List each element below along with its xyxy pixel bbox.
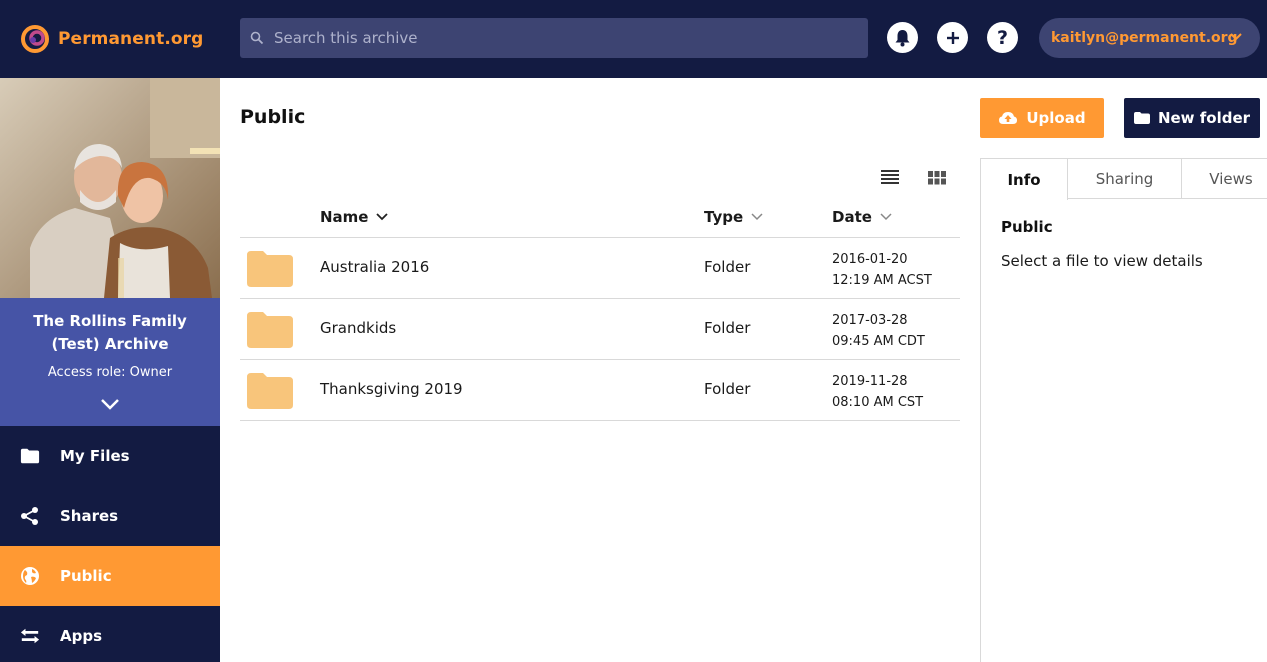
- folder-icon: [247, 373, 293, 409]
- column-label: Name: [320, 208, 369, 226]
- panel-title: Public: [1001, 218, 1053, 236]
- question-mark-icon: ?: [996, 26, 1009, 49]
- help-button[interactable]: ?: [987, 22, 1018, 53]
- brand-name: Permanent.org: [58, 29, 204, 49]
- folder-icon: [247, 312, 293, 348]
- search-bar[interactable]: [240, 18, 868, 58]
- sidebar: The Rollins Family (Test) Archive Access…: [0, 78, 220, 662]
- chevron-down-icon[interactable]: [100, 398, 120, 410]
- nav-apps[interactable]: Apps: [0, 606, 220, 662]
- upload-button[interactable]: Upload: [980, 98, 1104, 138]
- nav-label: Apps: [60, 627, 103, 645]
- permanent-logo-icon: [21, 25, 49, 53]
- nav-shares[interactable]: Shares: [0, 486, 220, 546]
- archive-thumbnail[interactable]: [0, 78, 220, 298]
- archive-name: The Rollins Family (Test) Archive: [33, 312, 187, 353]
- row-date-time: 09:45 AM CDT: [832, 334, 925, 349]
- grid-view-icon[interactable]: [927, 170, 947, 186]
- archive-switcher[interactable]: The Rollins Family (Test) Archive Access…: [0, 298, 220, 426]
- row-name: Grandkids: [320, 319, 397, 337]
- folder-icon: [1133, 112, 1150, 124]
- folder-icon: [247, 251, 293, 287]
- nav-public[interactable]: Public: [0, 546, 220, 606]
- row-name: Australia 2016: [320, 258, 430, 276]
- row-date: 2017-03-28 09:45 AM CDT: [832, 310, 925, 352]
- upload-label: Upload: [1026, 109, 1086, 127]
- logo[interactable]: Permanent.org: [20, 24, 203, 54]
- tab-sharing[interactable]: Sharing: [1068, 159, 1182, 199]
- details-panel: Info Sharing Views Public Select a file …: [980, 158, 1267, 662]
- add-button[interactable]: [937, 22, 968, 53]
- search-input[interactable]: [274, 29, 834, 47]
- row-date-time: 12:19 AM ACST: [832, 273, 932, 288]
- swap-arrows-icon: [20, 626, 40, 646]
- folder-icon: [20, 446, 40, 466]
- panel-tabs: Info Sharing Views: [981, 158, 1267, 200]
- search-icon: [250, 31, 264, 45]
- nav-label: My Files: [60, 447, 130, 465]
- access-role: Access role: Owner: [47, 365, 173, 380]
- archive-photo-image: [0, 78, 220, 298]
- notifications-button[interactable]: [887, 22, 918, 53]
- row-date-day: 2016-01-20: [832, 252, 908, 267]
- user-email: kaitlyn@permanent.org: [1051, 30, 1238, 46]
- globe-icon: [20, 566, 40, 586]
- plus-icon: [946, 31, 959, 44]
- table-row[interactable]: Grandkids Folder 2017-03-28 09:45 AM CDT: [240, 299, 960, 360]
- row-type: Folder: [704, 319, 751, 337]
- cloud-upload-icon: [999, 112, 1018, 124]
- list-view-icon[interactable]: [880, 168, 900, 186]
- row-date-day: 2017-03-28: [832, 313, 908, 328]
- row-name: Thanksgiving 2019: [320, 380, 463, 398]
- chevron-down-icon: [376, 213, 389, 221]
- column-label: Type: [704, 208, 744, 226]
- chevron-down-icon: [1230, 33, 1242, 41]
- row-date-time: 08:10 AM CST: [832, 395, 924, 410]
- row-date: 2016-01-20 12:19 AM ACST: [832, 249, 932, 291]
- row-date-day: 2019-11-28: [832, 374, 908, 389]
- top-bar: Permanent.org ? kaitlyn@permanent.org: [0, 0, 1267, 78]
- table-row[interactable]: Australia 2016 Folder 2016-01-20 12:19 A…: [240, 238, 960, 299]
- nav-label: Shares: [60, 507, 119, 525]
- share-icon: [20, 506, 40, 526]
- table-row[interactable]: Thanksgiving 2019 Folder 2019-11-28 08:1…: [240, 360, 960, 421]
- chevron-down-icon: [751, 213, 763, 221]
- column-header-type[interactable]: Type: [704, 208, 763, 226]
- account-menu-button[interactable]: kaitlyn@permanent.org: [1039, 18, 1260, 58]
- panel-message: Select a file to view details: [1001, 252, 1203, 270]
- nav-label: Public: [60, 567, 112, 585]
- new-folder-label: New folder: [1157, 109, 1251, 127]
- bell-icon: [895, 29, 910, 46]
- page-title: Public: [240, 106, 306, 128]
- tab-views[interactable]: Views: [1182, 159, 1267, 199]
- column-label: Date: [832, 208, 872, 226]
- nav-my-files[interactable]: My Files: [0, 426, 220, 486]
- row-type: Folder: [704, 258, 751, 276]
- column-header-name[interactable]: Name: [320, 208, 389, 226]
- column-header-date[interactable]: Date: [832, 208, 892, 226]
- chevron-down-icon: [880, 213, 892, 221]
- row-type: Folder: [704, 380, 751, 398]
- new-folder-button[interactable]: New folder: [1124, 98, 1260, 138]
- tab-info[interactable]: Info: [981, 159, 1068, 200]
- row-date: 2019-11-28 08:10 AM CST: [832, 371, 923, 413]
